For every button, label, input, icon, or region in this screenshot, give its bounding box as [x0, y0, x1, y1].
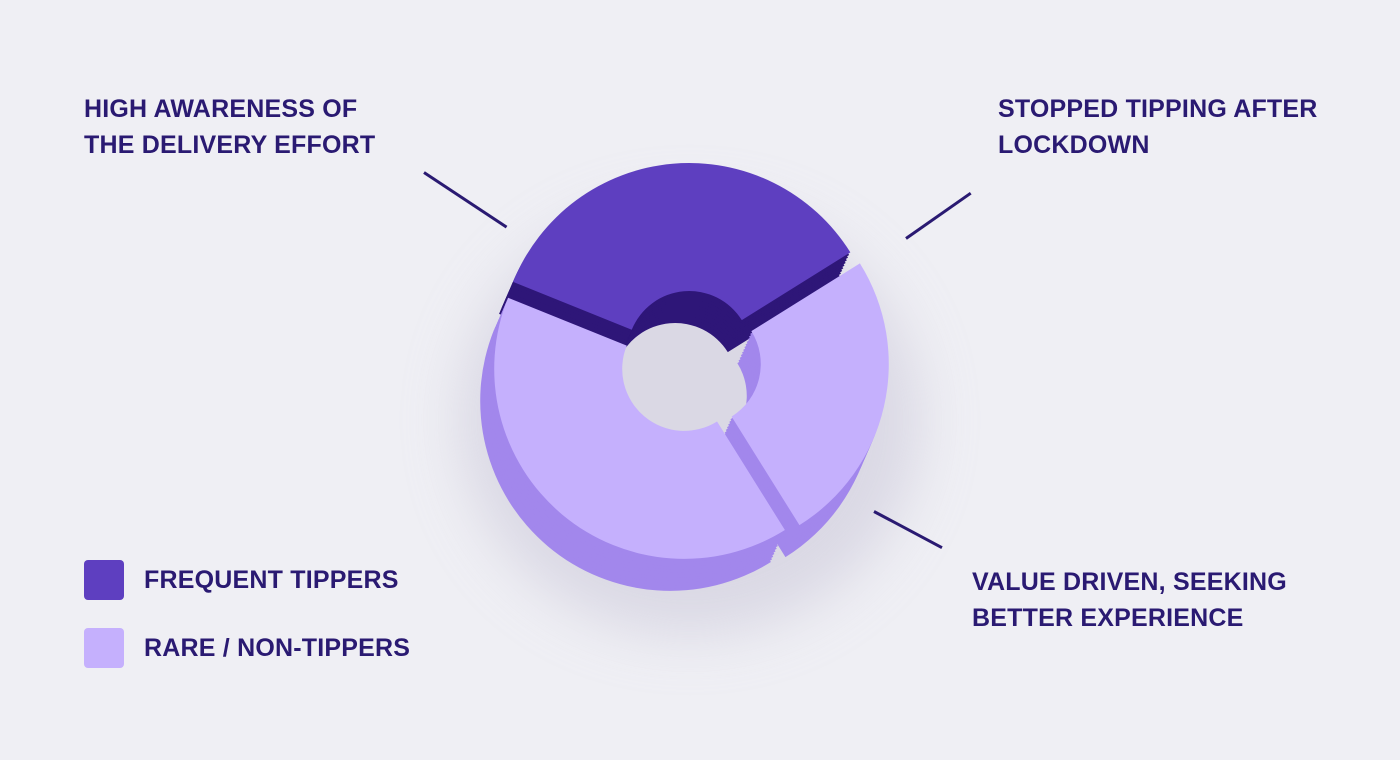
- legend-label: RARE / NON-TIPPERS: [144, 633, 411, 662]
- legend-item-rare-tippers: RARE / NON-TIPPERS: [84, 628, 410, 668]
- slice-label-high-awareness: HIGH AWARENESS OF THE DELIVERY EFFORT: [84, 91, 375, 163]
- slice-label-line: THE DELIVERY EFFORT: [84, 131, 376, 159]
- slice-label-line: STOPPED TIPPING AFTER: [998, 95, 1318, 123]
- legend-label: FREQUENT TIPPERS: [144, 565, 399, 594]
- slice-label-line: BETTER EXPERIENCE: [972, 604, 1244, 632]
- slice-label-line: LOCKDOWN: [998, 131, 1150, 159]
- legend-swatch-rare: [84, 628, 124, 668]
- slice-label-value-driven: VALUE DRIVEN, SEEKING BETTER EXPERIENCE: [972, 564, 1287, 636]
- chart-legend: FREQUENT TIPPERS RARE / NON-TIPPERS: [84, 560, 410, 696]
- legend-item-frequent-tippers: FREQUENT TIPPERS: [84, 560, 410, 600]
- slice-label-stopped-tipping: STOPPED TIPPING AFTER LOCKDOWN: [998, 91, 1318, 163]
- legend-swatch-frequent: [84, 560, 124, 600]
- slice-label-line: HIGH AWARENESS OF: [84, 95, 358, 123]
- slice-label-line: VALUE DRIVEN, SEEKING: [972, 568, 1287, 596]
